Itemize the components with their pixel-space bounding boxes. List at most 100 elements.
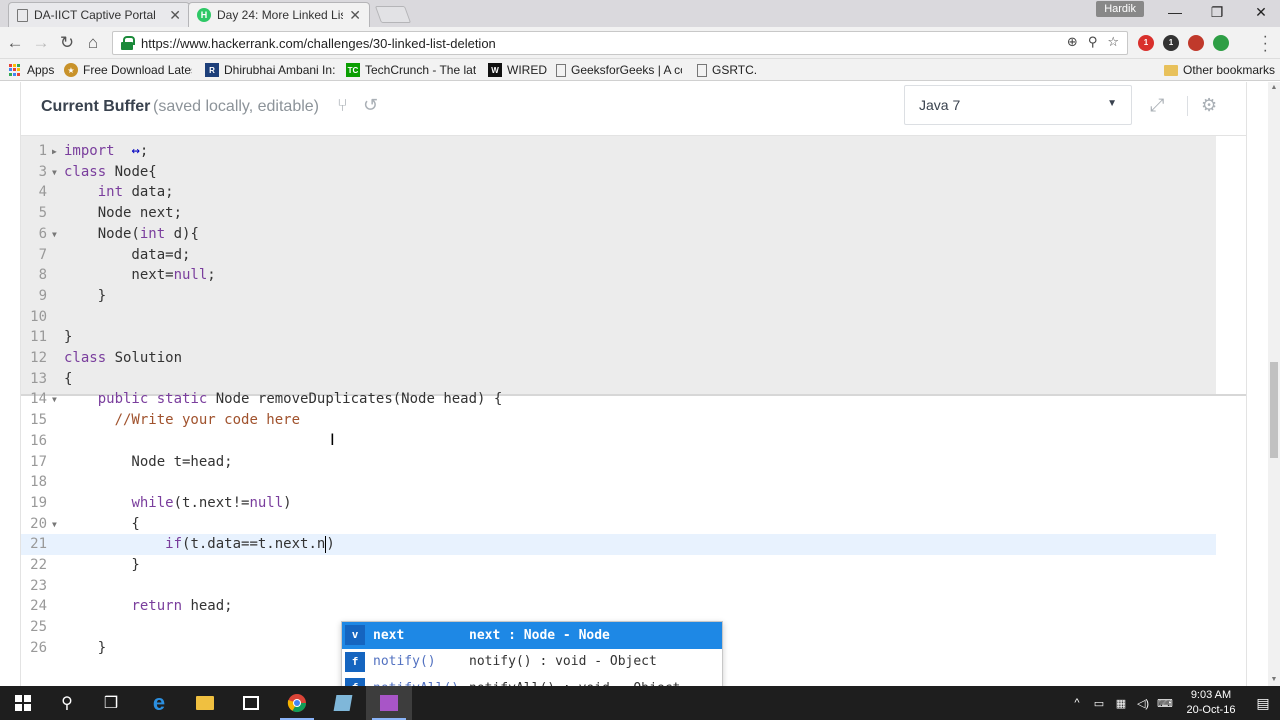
tab-hackerrank[interactable]: H Day 24: More Linked List ✕ [188,2,370,27]
close-icon[interactable]: ✕ [169,7,181,24]
code-token: (t.data==t.next.n [182,536,326,553]
bookmark-item[interactable]: TC TechCrunch - The late [346,62,476,78]
bookmarks-bar: Apps ★ Free Download Latest R Dhirubhai … [0,59,1280,81]
network-icon[interactable]: ▦ [1110,697,1132,710]
close-icon[interactable]: ✕ [349,7,361,24]
fold-arrow-icon[interactable]: ▼ [52,162,57,183]
autocomplete-item[interactable]: f notify() notify() : void - Object [342,649,722,676]
code-text: { [64,369,72,390]
other-bookmarks[interactable]: Other bookmarks [1164,62,1276,78]
language-select[interactable]: Java 7 ▼ [904,85,1132,125]
code-line[interactable]: 13 { [21,369,1216,390]
code-line[interactable]: 15 //Write your code here [21,410,1216,431]
bookmark-item[interactable]: GeeksforGeeks | A co [556,62,682,78]
code-line[interactable]: 19 while(t.next!=null) [21,493,1216,514]
page-scrollbar[interactable]: ▲ ▼ [1268,82,1280,686]
bookmark-star-icon[interactable]: ☆ [1107,34,1119,50]
scroll-thumb[interactable] [1270,362,1278,458]
code-line[interactable]: 7 data=d; [21,245,1216,266]
code-line[interactable]: 4 int data; [21,182,1216,203]
task-view-icon[interactable]: ❒ [88,686,134,720]
code-line[interactable]: 24 return head; [21,596,1216,617]
scroll-up-icon[interactable]: ▲ [1268,82,1280,94]
file-explorer-icon[interactable] [182,686,228,720]
fold-arrow-icon[interactable]: ▼ [52,389,57,410]
autocomplete-item[interactable]: v next next : Node - Node [342,622,722,649]
system-tray: ^ ▭ ▦ ◁) ⌨ 9:03 AM 20-Oct-16 ▤ [1066,686,1280,720]
battery-icon[interactable]: ▭ [1088,697,1110,710]
extension-icon[interactable]: 1 [1138,35,1154,51]
code-line[interactable]: 11} [21,327,1216,348]
minimize-icon[interactable]: — [1162,4,1188,22]
scroll-down-icon[interactable]: ▼ [1268,674,1280,686]
notification-icon[interactable]: ▤ [1246,695,1280,712]
code-line[interactable]: 10 [21,307,1216,328]
pin-icon[interactable]: ⚲ [1088,34,1098,50]
code-line[interactable]: 20 ▼ { [21,514,1216,535]
reload-icon[interactable]: ↻ [56,32,78,54]
start-icon[interactable] [0,686,46,720]
new-tab-button[interactable] [374,6,412,23]
bookmark-item[interactable]: W WIRED [488,62,548,78]
code-token: int [139,225,166,242]
bookmark-item[interactable]: GSRTC. [697,62,757,78]
code-line[interactable]: 18 [21,472,1216,493]
window-close-icon[interactable]: ✕ [1248,4,1274,22]
history-icon[interactable]: ↺ [363,95,378,116]
volume-icon[interactable]: ◁) [1132,697,1154,710]
code-token: while [131,494,174,511]
code-line[interactable]: 17 Node t=head; [21,452,1216,473]
tab-captive-portal[interactable]: DA-IICT Captive Portal ✕ [8,2,190,27]
chevron-up-icon[interactable]: ^ [1066,697,1088,709]
gear-icon[interactable]: ⚙ [1201,95,1217,116]
bookmark-item[interactable]: ★ Free Download Latest [64,62,192,78]
bookmark-apps[interactable]: Apps [8,62,58,78]
line-number: 20 [30,515,47,532]
back-icon[interactable]: ← [4,32,26,54]
fold-arrow-icon[interactable]: ▼ [52,224,57,245]
code-line[interactable]: 22 } [21,555,1216,576]
adblock-icon[interactable] [1188,35,1204,51]
extension-icon[interactable]: 1 [1163,35,1179,51]
fullscreen-icon[interactable]: ⤢ [1150,95,1164,116]
code-line[interactable]: 6 ▼ Node(int d){ [21,224,1216,245]
code-area[interactable]: 1 ▶ import ↔; 3 ▼ class Node{4 int data; 5 Nod… [21,136,1246,686]
bookmark-item[interactable]: R Dhirubhai Ambani In: [205,62,335,78]
code-line[interactable]: 8 next=null; [21,265,1216,286]
home-icon[interactable]: ⌂ [82,32,104,54]
clock[interactable]: 9:03 AM 20-Oct-16 [1176,688,1246,718]
chrome-icon[interactable] [274,686,320,720]
autocomplete-popup[interactable]: v next next : Node - Node f notify() notify()… [341,621,723,686]
extension-icon[interactable] [1213,35,1229,51]
store-icon[interactable] [228,686,274,720]
edge-icon[interactable]: e [136,686,182,720]
code-line[interactable]: 21 if(t.data==t.next.n) [21,534,1216,556]
page-content: Current Buffer (saved locally, editable)… [0,82,1280,686]
code-token: ) [283,494,292,511]
keyboard-icon[interactable]: ⌨ [1154,697,1176,710]
code-line[interactable]: 1 ▶ import ↔; [21,141,1216,162]
forward-icon[interactable]: → [30,32,52,54]
address-bar[interactable]: https://www.hackerrank.com/challenges/30… [112,31,1128,55]
code-line[interactable]: 9 } [21,286,1216,307]
profile-badge[interactable]: Hardik [1096,1,1144,17]
code-line[interactable]: 3 ▼ class Node{ [21,162,1216,183]
menu-icon[interactable]: · · · [1263,29,1268,59]
fold-arrow-icon[interactable]: ▶ [52,141,57,162]
code-line[interactable]: 14 ▼ public static Node removeDuplicates(… [21,389,1216,410]
branch-icon[interactable]: ⑂ [337,95,348,116]
code-line[interactable]: 5 Node next; [21,203,1216,224]
autocomplete-item[interactable]: fnotifyAll()notifyAll() : void - Object [342,675,722,686]
fold-arrow-icon[interactable]: ▼ [52,514,57,535]
code-token: import [64,143,115,159]
code-line[interactable]: 23 [21,576,1216,597]
zoom-icon[interactable]: ⊕ [1067,34,1078,50]
recorder-app-icon[interactable] [366,686,412,720]
code-token: ) [326,536,335,553]
code-text: data=d; [64,245,190,266]
code-line[interactable]: 12 class Solution [21,348,1216,369]
maximize-icon[interactable]: ❐ [1204,4,1230,22]
notes-app-icon[interactable] [320,686,366,720]
search-icon[interactable]: ⚲ [44,686,90,720]
code-line[interactable]: 16 [21,431,1216,452]
